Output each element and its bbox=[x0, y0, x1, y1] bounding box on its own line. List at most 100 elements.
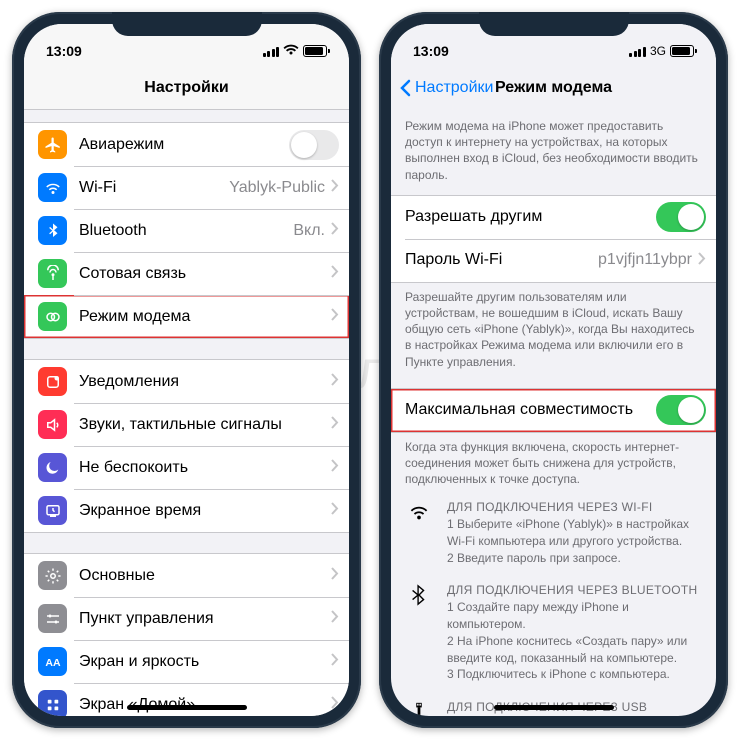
row-label: Максимальная совместимость bbox=[405, 401, 656, 419]
chevron-right-icon bbox=[331, 502, 339, 520]
row-general[interactable]: Основные bbox=[24, 554, 349, 597]
cellular-icon bbox=[38, 259, 67, 288]
allow-desc: Разрешайте другим пользователям или устр… bbox=[391, 283, 716, 370]
svg-text:AA: AA bbox=[45, 656, 61, 668]
row-label: Не беспокоить bbox=[79, 459, 331, 477]
battery-icon bbox=[303, 45, 327, 57]
row-label: Режим модема bbox=[79, 308, 331, 326]
home-indicator[interactable] bbox=[127, 705, 247, 710]
screentime-icon bbox=[38, 496, 67, 525]
row-allow-others[interactable]: Разрешать другим bbox=[391, 196, 716, 239]
instruction-title: ДЛЯ ПОДКЛЮЧЕНИЯ ЧЕРЕЗ BLUETOOTH bbox=[447, 582, 702, 599]
row-value: p1vjfjn11ybpr bbox=[598, 251, 692, 269]
control-center-icon bbox=[38, 604, 67, 633]
compatibility-toggle[interactable] bbox=[656, 395, 706, 425]
gear-icon bbox=[38, 561, 67, 590]
status-time: 13:09 bbox=[413, 43, 449, 59]
chevron-right-icon bbox=[331, 222, 339, 240]
row-control-center[interactable]: Пункт управления bbox=[24, 597, 349, 640]
row-label: Звуки, тактильные сигналы bbox=[79, 416, 331, 434]
row-label: Пароль Wi-Fi bbox=[405, 251, 598, 269]
chevron-right-icon bbox=[331, 373, 339, 391]
wifi-instructions: ДЛЯ ПОДКЛЮЧЕНИЯ ЧЕРЕЗ WI-FI 1 Выберите «… bbox=[391, 487, 716, 570]
nav-bar: Настройки bbox=[24, 66, 349, 110]
instruction-line: 3 Подключитесь к iPhone с компьютера. bbox=[447, 666, 702, 683]
chevron-right-icon bbox=[331, 416, 339, 434]
row-hotspot[interactable]: Режим модема bbox=[24, 295, 349, 338]
chevron-right-icon bbox=[331, 459, 339, 477]
back-label: Настройки bbox=[415, 79, 493, 97]
row-label: Сотовая связь bbox=[79, 265, 331, 283]
row-cellular[interactable]: Сотовая связь bbox=[24, 252, 349, 295]
allow-others-toggle[interactable] bbox=[656, 202, 706, 232]
instruction-line: 1 Создайте пару между iPhone и компьютер… bbox=[447, 599, 702, 633]
notifications-icon bbox=[38, 367, 67, 396]
row-wifi[interactable]: Wi-Fi Yablyk-Public bbox=[24, 166, 349, 209]
row-bluetooth[interactable]: Bluetooth Вкл. bbox=[24, 209, 349, 252]
back-button[interactable]: Настройки bbox=[399, 66, 493, 110]
row-airplane[interactable]: Авиарежим bbox=[24, 123, 349, 166]
bluetooth-icon bbox=[38, 216, 67, 245]
row-display[interactable]: AA Экран и яркость bbox=[24, 640, 349, 683]
row-label: Уведомления bbox=[79, 373, 331, 391]
airplane-icon bbox=[38, 130, 67, 159]
notch bbox=[479, 12, 629, 36]
wifi-icon bbox=[405, 499, 433, 566]
page-title: Настройки bbox=[144, 79, 228, 97]
chevron-left-icon bbox=[399, 79, 411, 97]
instruction-title: ДЛЯ ПОДКЛЮЧЕНИЯ ЧЕРЕЗ WI-FI bbox=[447, 499, 702, 516]
row-sounds[interactable]: Звуки, тактильные сигналы bbox=[24, 403, 349, 446]
chevron-right-icon bbox=[331, 696, 339, 714]
row-label: Авиарежим bbox=[79, 136, 289, 154]
chevron-right-icon bbox=[331, 653, 339, 671]
battery-icon bbox=[670, 45, 694, 57]
status-time: 13:09 bbox=[46, 43, 82, 59]
hotspot-detail[interactable]: Режим модема на iPhone может предоставит… bbox=[391, 110, 716, 716]
cellular-signal-icon bbox=[629, 46, 646, 57]
hotspot-icon bbox=[38, 302, 67, 331]
chevron-right-icon bbox=[331, 567, 339, 585]
phone-left: 13:09 Настройки Авиарежим bbox=[12, 12, 361, 728]
sounds-icon bbox=[38, 410, 67, 439]
network-label: 3G bbox=[650, 44, 666, 58]
row-dnd[interactable]: Не беспокоить bbox=[24, 446, 349, 489]
row-label: Пункт управления bbox=[79, 610, 331, 628]
row-notifications[interactable]: Уведомления bbox=[24, 360, 349, 403]
row-value: Yablyk-Public bbox=[229, 179, 325, 197]
home-indicator[interactable] bbox=[494, 705, 614, 710]
chevron-right-icon bbox=[331, 265, 339, 283]
wifi-icon bbox=[283, 43, 299, 59]
display-icon: AA bbox=[38, 647, 67, 676]
instruction-line: 2 На iPhone коснитесь «Создать пару» или… bbox=[447, 633, 702, 667]
row-wifi-password[interactable]: Пароль Wi-Fi p1vjfjn11ybpr bbox=[391, 239, 716, 282]
intro-text: Режим модема на iPhone может предоставит… bbox=[391, 110, 716, 189]
home-screen-icon bbox=[38, 690, 67, 716]
usb-instructions: ДЛЯ ПОДКЛЮЧЕНИЯ ЧЕРЕЗ USB 1 Подключите i… bbox=[391, 687, 716, 716]
row-max-compatibility[interactable]: Максимальная совместимость bbox=[391, 389, 716, 432]
row-home-screen[interactable]: Экран «Домой» bbox=[24, 683, 349, 716]
settings-list[interactable]: Авиарежим Wi-Fi Yablyk-Public Blueto bbox=[24, 110, 349, 716]
chevron-right-icon bbox=[331, 610, 339, 628]
instruction-line: 1 Выберите «iPhone (Yablyk)» в настройка… bbox=[447, 516, 702, 550]
airplane-toggle[interactable] bbox=[289, 130, 339, 160]
notch bbox=[112, 12, 262, 36]
phone-right: 13:09 3G Настройки Режим модема Режим мо… bbox=[379, 12, 728, 728]
chevron-right-icon bbox=[698, 252, 706, 268]
chevron-right-icon bbox=[331, 308, 339, 326]
page-title: Режим модема bbox=[495, 79, 612, 97]
row-label: Bluetooth bbox=[79, 222, 293, 240]
wifi-settings-icon bbox=[38, 173, 67, 202]
row-screentime[interactable]: Экранное время bbox=[24, 489, 349, 532]
row-label: Wi-Fi bbox=[79, 179, 229, 197]
bluetooth-icon bbox=[405, 582, 433, 683]
row-value: Вкл. bbox=[293, 222, 325, 240]
compat-desc: Когда эта функция включена, скорость инт… bbox=[391, 433, 716, 488]
cellular-signal-icon bbox=[263, 46, 280, 57]
row-label: Экран и яркость bbox=[79, 653, 331, 671]
row-label: Разрешать другим bbox=[405, 208, 656, 226]
bluetooth-instructions: ДЛЯ ПОДКЛЮЧЕНИЯ ЧЕРЕЗ BLUETOOTH 1 Создай… bbox=[391, 570, 716, 687]
row-label: Основные bbox=[79, 567, 331, 585]
row-label: Экранное время bbox=[79, 502, 331, 520]
usb-icon bbox=[405, 699, 433, 716]
nav-bar: Настройки Режим модема bbox=[391, 66, 716, 110]
